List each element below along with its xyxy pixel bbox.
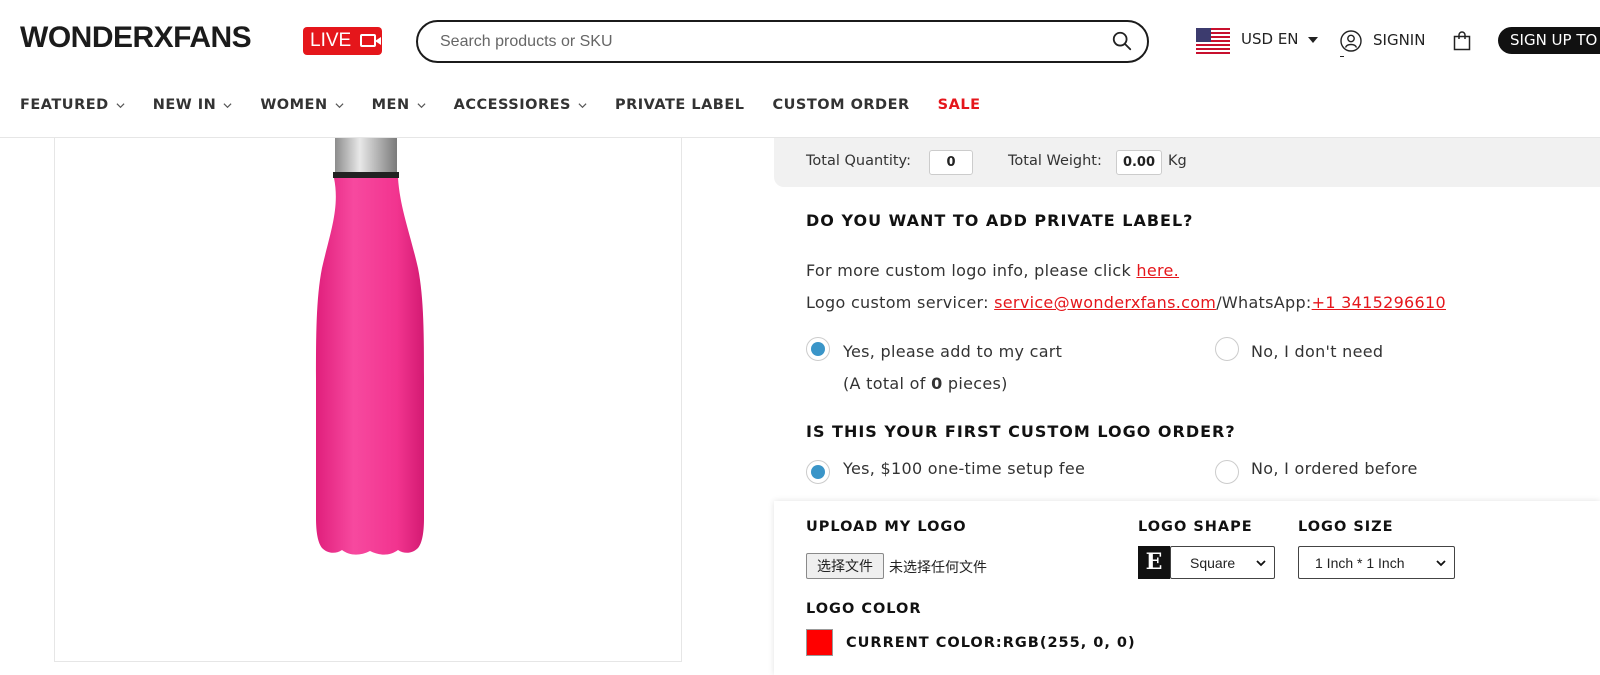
servicer-text: Logo custom servicer: (806, 293, 995, 312)
pink-water-bottle-image[interactable] (300, 138, 440, 570)
nav-label: MEN (371, 97, 410, 113)
info-text: For more custom logo info, please click (806, 261, 1137, 280)
upload-logo-heading: UPLOAD MY LOGO (806, 519, 967, 535)
nav-label: SALE (937, 97, 981, 113)
servicer-email-link[interactable]: service@wonderxfans.com (994, 293, 1216, 312)
chevron-down-icon (116, 102, 125, 108)
logo-shape-preview: E (1138, 546, 1170, 579)
nav-new-in[interactable]: NEW IN (153, 93, 233, 117)
video-camera-icon (360, 34, 381, 47)
first-order-no-radio[interactable] (1215, 460, 1239, 484)
logo-options-panel: UPLOAD MY LOGO 选择文件 未选择任何文件 LOGO SHAPE E… (774, 501, 1600, 675)
signup-button[interactable]: SIGN UP TO (1498, 27, 1600, 54)
logo-shape-value: Square (1190, 555, 1236, 571)
shopping-bag-icon[interactable] (1453, 31, 1471, 51)
total-weight-value: 0.00 (1116, 150, 1162, 175)
nav-women[interactable]: WOMEN (260, 93, 344, 117)
info-here-link[interactable]: here. (1136, 261, 1179, 280)
nav-featured[interactable]: FEATURED (20, 93, 125, 117)
total-weight-label: Total Weight: (1008, 153, 1102, 169)
nav-label: FEATURED (20, 97, 109, 113)
us-flag-icon[interactable] (1196, 28, 1230, 54)
currency-language-selector[interactable]: USD EN (1241, 30, 1299, 48)
private-label-yes-radio[interactable] (806, 337, 830, 361)
nav-label: ACCESSIORES (453, 97, 571, 113)
totals-bar: Total Quantity: 0 Total Weight: 0.00 Kg (774, 138, 1600, 187)
nav-label: NEW IN (152, 97, 217, 113)
site-header: WONDERXFANS LIVE USD EN SIGNIN (0, 0, 1600, 138)
user-icon (1340, 30, 1362, 52)
total-quantity-label: Total Quantity: (806, 153, 911, 169)
logo-shape-select[interactable]: Square (1170, 546, 1275, 579)
signin-label: SIGNIN (1373, 31, 1426, 49)
site-logo[interactable]: WONDERXFANS (20, 20, 252, 56)
first-order-yes-label[interactable]: Yes, $100 one-time setup fee (843, 459, 1085, 478)
main-nav: FEATURED NEW IN WOMEN MEN ACCESSIORES PR… (20, 93, 1008, 117)
private-label-no-label[interactable]: No, I don't need (1251, 342, 1383, 361)
whatsapp-text: /WhatsApp: (1216, 293, 1312, 312)
live-label: LIVE (310, 30, 352, 51)
choose-file-button[interactable]: 选择文件 (806, 553, 884, 579)
first-order-yes-radio[interactable] (806, 460, 830, 484)
nav-label: CUSTOM ORDER (772, 97, 910, 113)
nav-sale[interactable]: SALE (938, 93, 981, 117)
logo-servicer-info: Logo custom servicer: service@wonderxfan… (806, 293, 1446, 312)
nav-custom-order[interactable]: CUSTOM ORDER (773, 93, 910, 117)
weight-unit: Kg (1168, 153, 1187, 169)
total-suffix: pieces) (942, 374, 1008, 393)
current-color-label: CURRENT COLOR:RGB(255, 0, 0) (846, 635, 1136, 651)
logo-size-value: 1 Inch * 1 Inch (1315, 555, 1405, 571)
private-label-heading: DO YOU WANT TO ADD PRIVATE LABEL? (806, 211, 1194, 230)
private-label-yes-label[interactable]: Yes, please add to my cart (843, 342, 1062, 361)
chevron-down-icon (578, 102, 587, 108)
nav-accessories[interactable]: ACCESSIORES (454, 93, 587, 117)
private-label-no-radio[interactable] (1215, 337, 1239, 361)
nav-label: WOMEN (260, 97, 328, 113)
logo-color-swatch[interactable] (806, 629, 833, 656)
logo-size-heading: LOGO SIZE (1298, 519, 1394, 535)
file-status-text: 未选择任何文件 (889, 559, 987, 575)
search-bar (416, 20, 1149, 63)
total-prefix: (A total of (843, 374, 932, 393)
logo-size-select[interactable]: 1 Inch * 1 Inch (1298, 546, 1455, 579)
chevron-down-icon (335, 102, 344, 108)
chevron-down-icon (223, 102, 232, 108)
caret-down-icon[interactable] (1308, 37, 1318, 43)
whatsapp-number-link[interactable]: +1 3415296610 (1312, 293, 1446, 312)
chevron-down-icon (1256, 560, 1266, 567)
search-input[interactable] (440, 31, 1080, 53)
total-count: 0 (931, 374, 943, 393)
first-order-heading: IS THIS YOUR FIRST CUSTOM LOGO ORDER? (806, 422, 1236, 441)
logo-shape-heading: LOGO SHAPE (1138, 519, 1253, 535)
logo-color-heading: LOGO COLOR (806, 601, 922, 617)
signin-link[interactable]: SIGNIN (1340, 28, 1425, 57)
search-icon[interactable] (1111, 30, 1133, 52)
total-pieces-note: (A total of 0 pieces) (843, 374, 1008, 393)
total-quantity-value: 0 (929, 150, 973, 175)
nav-private-label[interactable]: PRIVATE LABEL (615, 93, 745, 117)
custom-logo-info: For more custom logo info, please click … (806, 261, 1179, 280)
live-button[interactable]: LIVE (303, 27, 382, 55)
first-order-no-label[interactable]: No, I ordered before (1251, 459, 1418, 478)
chevron-down-icon (417, 102, 426, 108)
nav-label: PRIVATE LABEL (614, 97, 745, 113)
chevron-down-icon (1436, 560, 1446, 567)
nav-men[interactable]: MEN (372, 93, 426, 117)
